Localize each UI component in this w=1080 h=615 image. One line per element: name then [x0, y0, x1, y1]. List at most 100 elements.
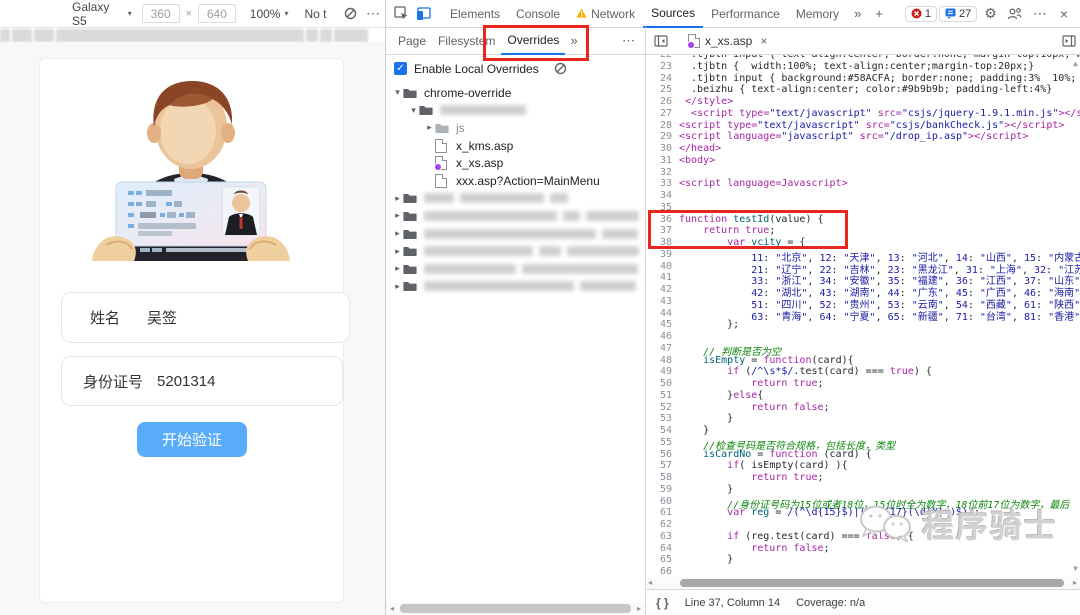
line-number[interactable]: 30 [646, 143, 679, 155]
scroll-right-icon[interactable]: ▸ [633, 604, 645, 613]
more-tabs-icon[interactable]: » [847, 6, 868, 21]
code-line-53[interactable]: 53 } [646, 413, 1080, 425]
line-number[interactable]: 63 [646, 531, 679, 543]
line-number[interactable]: 23 [646, 61, 679, 73]
editor-horizontal-scrollbar[interactable]: ◂ ▸ [646, 577, 1080, 589]
code-line-58[interactable]: 58 return true; [646, 472, 1080, 484]
code-line-66[interactable]: 66 [646, 566, 1080, 577]
block-icon[interactable] [339, 3, 361, 25]
tree-folder-blurred[interactable]: ▾ [386, 102, 645, 120]
line-number[interactable]: 62 [646, 519, 679, 531]
tab-sources[interactable]: Sources [643, 0, 704, 28]
code-line-43[interactable]: 43 51: "四川", 52: "贵州", 53: "云南", 54: "西藏… [646, 296, 1080, 311]
expander-icon[interactable]: ▸ [424, 122, 435, 133]
navigator-collapse-icon[interactable] [650, 30, 672, 52]
line-number[interactable]: 45 [646, 319, 679, 331]
expander-icon[interactable]: ▸ [392, 228, 403, 239]
enable-overrides-checkbox[interactable]: ✓ [394, 62, 407, 75]
inspect-element-icon[interactable] [390, 3, 412, 25]
editor-tab-x-xs-asp[interactable]: x_xs.asp × [680, 28, 775, 54]
code-line-50[interactable]: 50 return true; [646, 378, 1080, 390]
device-select[interactable]: Galaxy S5 ▾ [72, 0, 132, 28]
code-line-25[interactable]: 25 .beizhu { text-align:center; color:#9… [646, 84, 1080, 96]
line-number[interactable]: 64 [646, 543, 679, 555]
start-verify-button[interactable]: 开始验证 [137, 422, 247, 457]
code-line-23[interactable]: 23 .tjbtn { width:100%; text-align:cente… [646, 61, 1080, 73]
code-line-51[interactable]: 51 }else{ [646, 390, 1080, 402]
line-number[interactable]: 40 [646, 261, 679, 273]
line-number[interactable]: 27 [646, 108, 679, 120]
scroll-right-icon[interactable]: ▸ [1073, 578, 1077, 587]
tree-file-x_kms.asp[interactable]: x_kms.asp [386, 137, 645, 155]
line-number[interactable]: 24 [646, 73, 679, 85]
tree-folder-blurred[interactable]: ▸ [386, 242, 645, 260]
sidebar-menu-icon[interactable]: ⋯ [622, 33, 645, 49]
code-line-39[interactable]: 39 11: "北京", 12: "天津", 13: "河北", 14: "山西… [646, 249, 1080, 264]
expander-icon[interactable]: ▸ [392, 210, 403, 221]
line-number[interactable]: 51 [646, 390, 679, 402]
settings-gear-icon[interactable]: ⚙ [979, 5, 1002, 22]
tree-folder-blurred[interactable]: ▸ [386, 207, 645, 225]
errors-badge[interactable]: 1 [904, 5, 937, 22]
devtools-menu-icon[interactable]: ⋯ [1028, 5, 1052, 22]
name-field[interactable]: 姓名 吴签 [61, 292, 350, 343]
scroll-left-icon[interactable]: ◂ [386, 604, 398, 613]
code-line-33[interactable]: 33 <script language=Javascript> [646, 178, 1080, 190]
code-line-28[interactable]: 28 <script type="text/javascript" src="cs… [646, 120, 1080, 132]
line-number[interactable]: 33 [646, 178, 679, 190]
debugger-sidebar-toggle-icon[interactable] [1058, 30, 1080, 52]
expander-icon[interactable]: ▸ [392, 246, 403, 257]
tab-console[interactable]: Console [508, 1, 568, 27]
tree-folder-blurred[interactable]: ▸ [386, 278, 645, 296]
issues-badge[interactable]: 27 [939, 5, 978, 22]
line-number[interactable]: 28 [646, 120, 679, 132]
code-line-34[interactable]: 34 [646, 190, 1080, 202]
tab-memory[interactable]: Memory [788, 1, 847, 27]
tree-file-xxx.asp?Action=MainMenu[interactable]: xxx.asp?Action=MainMenu [386, 172, 645, 190]
line-number[interactable]: 53 [646, 413, 679, 425]
code-line-29[interactable]: 29 <script language="javascript" src="/dr… [646, 131, 1080, 143]
tab-performance[interactable]: Performance [703, 1, 788, 27]
line-number[interactable]: 55 [646, 437, 679, 449]
code-line-57[interactable]: 57 if( isEmpty(card) ){ [646, 460, 1080, 472]
code-line-24[interactable]: 24 .tjbtn input { background:#58ACFA; bo… [646, 73, 1080, 85]
line-number[interactable]: 44 [646, 308, 679, 320]
line-number[interactable]: 43 [646, 296, 679, 308]
code-line-31[interactable]: 31 <body> [646, 155, 1080, 167]
line-number[interactable]: 25 [646, 84, 679, 96]
throttling-select[interactable]: No t [305, 7, 330, 21]
line-number[interactable]: 41 [646, 272, 679, 284]
code-line-54[interactable]: 54 } [646, 425, 1080, 437]
line-number[interactable]: 26 [646, 96, 679, 108]
close-tab-icon[interactable]: × [760, 34, 767, 48]
code-line-30[interactable]: 30 </head> [646, 143, 1080, 155]
sidebar-tab-page[interactable]: Page [392, 28, 432, 54]
add-tab-icon[interactable]: + [868, 6, 890, 21]
line-number[interactable]: 59 [646, 484, 679, 496]
tree-file-x_xs.asp[interactable]: x_xs.asp [386, 154, 645, 172]
line-number[interactable]: 54 [646, 425, 679, 437]
code-line-41[interactable]: 41 33: "浙江", 34: "安徽", 35: "福建", 36: "江西… [646, 272, 1080, 287]
tree-folder-blurred[interactable]: ▸ [386, 225, 645, 243]
line-number[interactable]: 57 [646, 460, 679, 472]
line-number[interactable]: 32 [646, 167, 679, 179]
code-line-27[interactable]: 27 <script type="text/javascript" src="c… [646, 108, 1080, 120]
tab-elements[interactable]: Elements [442, 1, 508, 27]
tree-folder-js[interactable]: ▸ js [386, 119, 645, 137]
line-number[interactable]: 39 [646, 249, 679, 261]
code-line-40[interactable]: 40 21: "辽宁", 22: "吉林", 23: "黑龙江", 31: "上… [646, 261, 1080, 276]
line-number[interactable]: 42 [646, 284, 679, 296]
viewport-width-input[interactable]: 360 [141, 4, 180, 23]
line-number[interactable]: 52 [646, 402, 679, 414]
expander-icon[interactable]: ▾ [408, 105, 419, 116]
tree-folder-blurred[interactable]: ▸ [386, 190, 645, 208]
code-line-44[interactable]: 44 63: "青海", 64: "宁夏", 65: "新疆", 71: "台湾… [646, 308, 1080, 323]
scrollbar-thumb[interactable] [400, 604, 631, 613]
line-number[interactable]: 49 [646, 366, 679, 378]
profiles-icon[interactable] [1004, 3, 1026, 25]
code-line-65[interactable]: 65 } [646, 554, 1080, 566]
scroll-left-icon[interactable]: ◂ [648, 578, 652, 587]
scrollbar-thumb[interactable] [680, 579, 1064, 587]
tree-folder-chrome-override[interactable]: ▾ chrome-override [386, 84, 645, 102]
code-line-56[interactable]: 56 isCardNo = function (card) { [646, 449, 1080, 461]
